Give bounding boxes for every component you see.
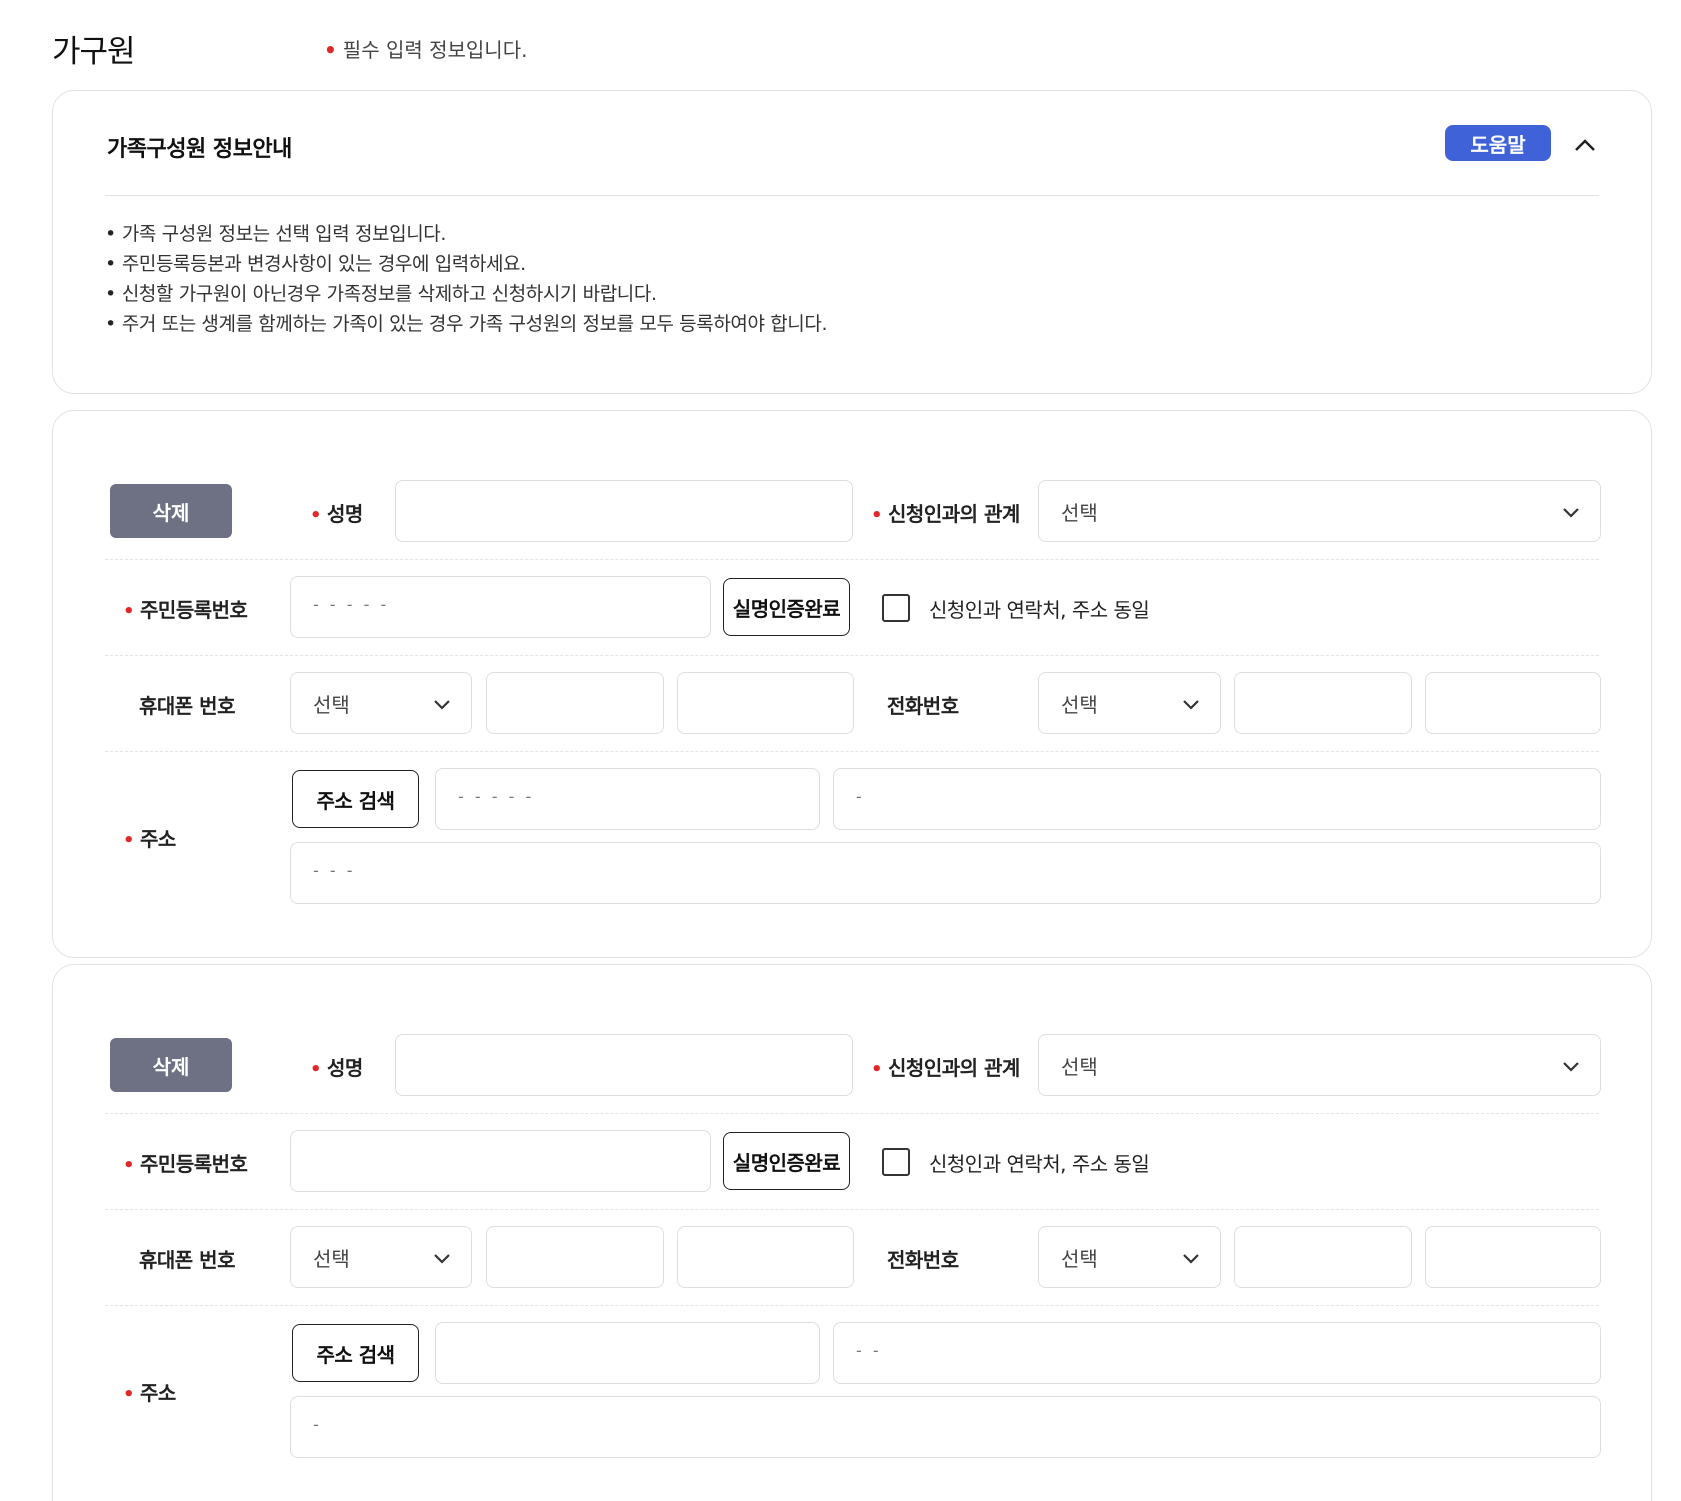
phone-prefix-value: 선택 [1061, 1246, 1098, 1271]
delete-button[interactable]: 삭제 [110, 484, 232, 538]
delete-button[interactable]: 삭제 [110, 1038, 232, 1092]
relation-label: • 신청인과의 관계 [871, 1056, 1020, 1080]
list-item: 신청할 가구원이 아닌경우 가족정보를 삭제하고 신청하시기 바랍니다. [105, 279, 827, 309]
rrn-input[interactable] [290, 1130, 711, 1192]
chevron-down-icon [434, 1254, 450, 1264]
phone-prefix-value: 선택 [1061, 692, 1098, 717]
mobile-middle-input[interactable] [486, 1226, 664, 1288]
address-line2-input[interactable]: - [290, 1396, 1601, 1458]
help-button[interactable]: 도움말 [1445, 125, 1551, 161]
chevron-down-icon [1183, 700, 1199, 710]
name-label: • 성명 [310, 1056, 363, 1080]
verify-done-button[interactable]: 실명인증완료 [723, 1132, 850, 1190]
phone-middle-input[interactable] [1234, 1226, 1412, 1288]
divider [105, 559, 1599, 560]
chevron-down-icon [1563, 508, 1579, 518]
relation-select-value: 선택 [1061, 1054, 1098, 1079]
same-as-applicant-label: 신청인과 연락처, 주소 동일 [929, 598, 1150, 622]
required-note: • 필수 입력 정보입니다. [324, 34, 527, 63]
family-info-guide: 가족구성원 정보안내 도움말 가족 구성원 정보는 선택 입력 정보입니다. 주… [52, 90, 1652, 394]
chevron-up-icon[interactable] [1571, 131, 1599, 159]
name-input[interactable] [395, 480, 853, 542]
mobile-label: 휴대폰 번호 [139, 1248, 235, 1272]
page-title: 가구원 [52, 34, 136, 70]
divider [105, 655, 1599, 656]
mobile-middle-input[interactable] [486, 672, 664, 734]
name-input[interactable] [395, 1034, 853, 1096]
list-item: 가족 구성원 정보는 선택 입력 정보입니다. [105, 219, 827, 249]
rrn-input[interactable]: - - - - - [290, 576, 711, 638]
divider [105, 1113, 1599, 1114]
mobile-prefix-select[interactable]: 선택 [290, 1226, 472, 1288]
phone-prefix-select[interactable]: 선택 [1038, 672, 1221, 734]
info-title: 가족구성원 정보안내 [107, 137, 292, 162]
member-card-1: 삭제 • 성명 • 신청인과의 관계 선택 • 주민등록번호 - - - - - 실명… [52, 410, 1652, 958]
relation-select[interactable]: 선택 [1038, 1034, 1601, 1096]
same-as-applicant-checkbox[interactable] [882, 1148, 910, 1176]
phone-last-input[interactable] [1425, 672, 1601, 734]
required-dot: • [324, 38, 337, 62]
phone-last-input[interactable] [1425, 1226, 1601, 1288]
verify-done-button[interactable]: 실명인증완료 [723, 578, 850, 636]
rrn-label: • 주민등록번호 [123, 598, 248, 622]
rrn-label: • 주민등록번호 [123, 1152, 248, 1176]
chevron-down-icon [1563, 1062, 1579, 1072]
address-line1-input[interactable]: - [833, 768, 1601, 830]
address-line2-input[interactable]: - - - [290, 842, 1601, 904]
relation-select[interactable]: 선택 [1038, 480, 1601, 542]
chevron-down-icon [434, 700, 450, 710]
address-line1-input[interactable]: - - [833, 1322, 1601, 1384]
zipcode-input[interactable] [435, 1322, 820, 1384]
page-header: 가구원 • 필수 입력 정보입니다. [52, 22, 1652, 72]
chevron-down-icon [1183, 1254, 1199, 1264]
list-item: 주거 또는 생계를 함께하는 가족이 있는 경우 가족 구성원의 정보를 모두 … [105, 309, 828, 339]
phone-prefix-select[interactable]: 선택 [1038, 1226, 1221, 1288]
address-search-button[interactable]: 주소 검색 [292, 1324, 419, 1382]
address-label: • 주소 [123, 1381, 176, 1405]
address-label: • 주소 [123, 827, 176, 851]
address-line2-value: - - - [313, 861, 356, 880]
address-line1-value: - [856, 787, 865, 806]
phone-label: 전화번호 [887, 1248, 959, 1272]
mobile-prefix-value: 선택 [313, 1246, 350, 1271]
divider [105, 195, 1599, 196]
relation-select-value: 선택 [1061, 500, 1098, 525]
info-list: 가족 구성원 정보는 선택 입력 정보입니다. 주민등록등본과 변경사항이 있는… [105, 219, 828, 339]
mobile-last-input[interactable] [677, 1226, 854, 1288]
zipcode-value: - - - - - [458, 787, 535, 806]
phone-middle-input[interactable] [1234, 672, 1412, 734]
list-item: 주민등록등본과 변경사항이 있는 경우에 입력하세요. [105, 249, 827, 279]
address-search-button[interactable]: 주소 검색 [292, 770, 419, 828]
mobile-label: 휴대폰 번호 [139, 694, 235, 718]
required-note-text: 필수 입력 정보입니다. [342, 38, 528, 62]
member-card-2: 삭제 • 성명 • 신청인과의 관계 선택 • 주민등록번호 실명인증완료 신청인과 … [52, 964, 1652, 1501]
divider [105, 1209, 1599, 1210]
same-as-applicant-checkbox[interactable] [882, 594, 910, 622]
relation-label: • 신청인과의 관계 [871, 502, 1020, 526]
rrn-value: - - - - - [313, 595, 390, 614]
divider [105, 751, 1599, 752]
address-line1-value: - - [856, 1341, 882, 1360]
address-line2-value: - [313, 1415, 322, 1434]
mobile-prefix-value: 선택 [313, 692, 350, 717]
name-label: • 성명 [310, 502, 363, 526]
phone-label: 전화번호 [887, 694, 959, 718]
mobile-prefix-select[interactable]: 선택 [290, 672, 472, 734]
zipcode-input[interactable]: - - - - - [435, 768, 820, 830]
divider [105, 1305, 1599, 1306]
mobile-last-input[interactable] [677, 672, 854, 734]
same-as-applicant-label: 신청인과 연락처, 주소 동일 [929, 1152, 1150, 1176]
